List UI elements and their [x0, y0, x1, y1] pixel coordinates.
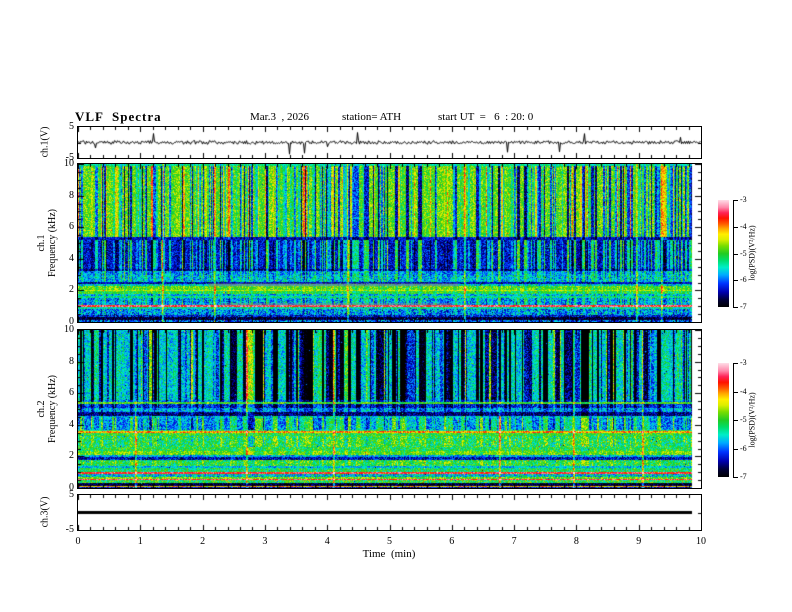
colorbar-tick-label: -4 — [740, 221, 747, 231]
colorbar-tick — [733, 448, 738, 450]
colorbar-tick-label: -3 — [740, 358, 747, 367]
ch2-spectrogram-canvas — [78, 330, 701, 488]
ch1-spec-ylabel-line1: ch.1 — [36, 234, 47, 252]
colorbar-ch2-label: log(PSD)(V²/Hz) — [747, 392, 757, 448]
ch3-waveform-canvas — [78, 495, 701, 530]
time-tick-label: 5 — [387, 536, 392, 547]
ch1-spec-ylabel: ch.1 Frequency (kHz) — [36, 209, 58, 277]
vlf-spectra-figure: VLF Spectra Mar.3 , 2026 station= ATH st… — [0, 0, 792, 612]
freq-tick-label: 10 — [64, 324, 74, 335]
ch3-wave-ylabel: ch.3(V) — [39, 496, 51, 528]
ch1-spec-ylabel-line2: Frequency (kHz) — [47, 208, 58, 278]
colorbar-tick-label: -7 — [740, 302, 747, 311]
ch2-spec-ylabel-line1: ch.2 — [36, 400, 47, 418]
colorbar-tick-label: -6 — [740, 443, 747, 453]
time-tick-label: 0 — [75, 536, 81, 547]
colorbar-tick-label: -6 — [740, 275, 747, 285]
colorbar-tick — [733, 253, 738, 255]
freq-tick-label: 4 — [69, 418, 74, 430]
colorbar-tick — [733, 307, 738, 308]
date-label: Mar.3 , 2026 — [250, 111, 309, 123]
time-tick-label: 2 — [200, 536, 206, 547]
freq-tick-label: 2 — [69, 284, 74, 296]
freq-tick-label: 0 — [69, 482, 74, 493]
time-tick-label: 7 — [511, 536, 517, 547]
colorbar-tick — [733, 391, 738, 393]
colorbar-tick — [733, 280, 738, 282]
freq-tick-label: 6 — [69, 221, 74, 233]
colorbar-tick-label: -7 — [740, 472, 747, 481]
time-tick-label: 6 — [449, 536, 455, 547]
start-ut-label: start UT = 6 : 20: 0 — [438, 111, 534, 123]
figure-title: VLF Spectra — [75, 109, 162, 124]
colorbar-tick — [733, 363, 738, 364]
freq-tick-label: 4 — [69, 252, 74, 264]
freq-tick-label: 6 — [69, 387, 74, 399]
time-tick-label: 4 — [324, 536, 330, 547]
freq-tick-label: 10 — [64, 158, 74, 169]
freq-tick-label: 8 — [69, 355, 74, 367]
time-tick-label: 10 — [696, 536, 706, 547]
time-tick-label: 9 — [636, 536, 642, 547]
ch1-spectrogram-canvas — [78, 164, 701, 322]
freq-tick-label: 2 — [69, 450, 74, 462]
time-tick-label: 8 — [573, 536, 579, 547]
ch3-waveform-panel — [77, 494, 702, 531]
ch2-spectrogram-panel — [77, 329, 702, 489]
ch1-waveform-panel — [77, 126, 702, 159]
freq-tick-label: 8 — [69, 189, 74, 201]
colorbar-tick — [733, 200, 738, 201]
time-tick-label: 1 — [137, 536, 143, 547]
station-label: station= ATH — [342, 111, 402, 123]
colorbar-ch1-label: log(PSD)(V²/Hz) — [747, 225, 757, 281]
volt-tick-label: -5 — [65, 524, 74, 535]
volt-tick-label: 5 — [69, 121, 74, 132]
colorbar-tick-label: -3 — [740, 195, 747, 204]
colorbar-tick-label: -4 — [740, 386, 747, 396]
colorbar-tick-label: -5 — [740, 248, 747, 258]
colorbar-tick — [733, 420, 738, 421]
ch2-spec-ylabel: ch.2 Frequency (kHz) — [36, 375, 58, 443]
ch1-waveform-canvas — [78, 127, 701, 158]
colorbar-ch1 — [718, 200, 729, 307]
time-axis-label: Time (min) — [362, 548, 416, 560]
time-tick-label: 3 — [262, 536, 268, 547]
ch2-spec-ylabel-line2: Frequency (kHz) — [47, 374, 58, 444]
colorbar-tick — [733, 226, 738, 228]
colorbar-tick — [733, 477, 738, 478]
colorbar-tick-label: -5 — [740, 415, 747, 424]
colorbar-ch2 — [718, 363, 729, 477]
ch1-spectrogram-panel — [77, 163, 702, 323]
